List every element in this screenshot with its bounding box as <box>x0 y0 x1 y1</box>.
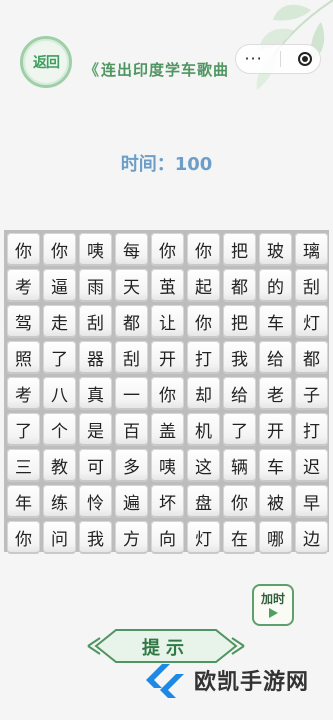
grid-cell[interactable]: 雨 <box>79 269 112 302</box>
grid-cell[interactable]: 了 <box>43 341 76 374</box>
grid-cell[interactable]: 子 <box>295 377 328 410</box>
grid-cell[interactable]: 天 <box>115 269 148 302</box>
grid-cell[interactable]: 开 <box>259 413 292 446</box>
grid-cell[interactable]: 考 <box>7 377 40 410</box>
grid-cell[interactable]: 车 <box>259 305 292 338</box>
grid-cell[interactable]: 教 <box>43 449 76 482</box>
grid-cell[interactable]: 问 <box>43 521 76 554</box>
grid-cell[interactable]: 了 <box>7 413 40 446</box>
mini-program-capsule: ··· <box>235 44 321 74</box>
grid-cell[interactable]: 咦 <box>79 233 112 266</box>
add-time-button[interactable]: 加时 <box>252 584 294 626</box>
grid-cell[interactable]: 走 <box>43 305 76 338</box>
grid-cell[interactable]: 你 <box>187 305 220 338</box>
grid-cell[interactable]: 你 <box>187 233 220 266</box>
close-target-icon[interactable] <box>297 52 312 66</box>
countdown-timer: 时间：100 <box>120 154 213 175</box>
grid-cell[interactable]: 把 <box>223 233 256 266</box>
grid-cell[interactable]: 器 <box>79 341 112 374</box>
grid-cell[interactable]: 多 <box>115 449 148 482</box>
grid-cell[interactable]: 你 <box>223 485 256 518</box>
grid-cell[interactable]: 你 <box>7 233 40 266</box>
grid-cell[interactable]: 刮 <box>115 341 148 374</box>
watermark: 欧凯手游网 <box>140 640 330 720</box>
grid-cell[interactable]: 老 <box>259 377 292 410</box>
grid-cell[interactable]: 打 <box>295 413 328 446</box>
grid-cell[interactable]: 八 <box>43 377 76 410</box>
grid-cell[interactable]: 早 <box>295 485 328 518</box>
grid-cell[interactable]: 盘 <box>187 485 220 518</box>
title-bracket: 《 <box>84 60 101 79</box>
grid-cell[interactable]: 辆 <box>223 449 256 482</box>
grid-cell[interactable]: 却 <box>187 377 220 410</box>
back-button[interactable]: 返回 <box>20 36 72 88</box>
grid-cell[interactable]: 考 <box>7 269 40 302</box>
character-board: 你你咦每你你把玻璃考逼雨天茧起都的刮驾走刮都让你把车灯照了器刮开打我给都考八真一… <box>4 230 329 554</box>
grid-cell[interactable]: 逼 <box>43 269 76 302</box>
grid-cell[interactable]: 迟 <box>295 449 328 482</box>
grid-cell[interactable]: 都 <box>295 341 328 374</box>
grid-cell[interactable]: 茧 <box>151 269 184 302</box>
grid-cell[interactable]: 都 <box>115 305 148 338</box>
grid-cell[interactable]: 灯 <box>295 305 328 338</box>
level-title-text: 连出印度学车歌曲 <box>101 60 230 79</box>
grid-cell[interactable]: 起 <box>187 269 220 302</box>
grid-cell[interactable]: 我 <box>79 521 112 554</box>
grid-cell[interactable]: 咦 <box>151 449 184 482</box>
character-grid: 你你咦每你你把玻璃考逼雨天茧起都的刮驾走刮都让你把车灯照了器刮开打我给都考八真一… <box>7 233 328 554</box>
grid-cell[interactable]: 给 <box>223 377 256 410</box>
grid-cell[interactable]: 你 <box>7 521 40 554</box>
grid-cell[interactable]: 一 <box>115 377 148 410</box>
grid-cell[interactable]: 练 <box>43 485 76 518</box>
grid-cell[interactable]: 哪 <box>259 521 292 554</box>
grid-cell[interactable]: 年 <box>7 485 40 518</box>
grid-cell[interactable]: 照 <box>7 341 40 374</box>
grid-cell[interactable]: 三 <box>7 449 40 482</box>
grid-cell[interactable]: 你 <box>43 233 76 266</box>
watermark-text: 欧凯手游网 <box>194 670 310 695</box>
grid-cell[interactable]: 每 <box>115 233 148 266</box>
grid-cell[interactable]: 玻 <box>259 233 292 266</box>
add-time-label: 加时 <box>260 591 285 606</box>
grid-cell[interactable]: 我 <box>223 341 256 374</box>
capsule-divider <box>279 51 281 67</box>
grid-cell[interactable]: 这 <box>187 449 220 482</box>
grid-cell[interactable]: 开 <box>151 341 184 374</box>
grid-cell[interactable]: 刮 <box>295 269 328 302</box>
grid-cell[interactable]: 都 <box>223 269 256 302</box>
back-button-label: 返回 <box>33 55 60 71</box>
grid-cell[interactable]: 坏 <box>151 485 184 518</box>
grid-cell[interactable]: 车 <box>259 449 292 482</box>
grid-cell[interactable]: 把 <box>223 305 256 338</box>
grid-cell[interactable]: 被 <box>259 485 292 518</box>
grid-cell[interactable]: 怜 <box>79 485 112 518</box>
grid-cell[interactable]: 方 <box>115 521 148 554</box>
level-title: 《 连出印度学车歌曲 <box>84 56 229 82</box>
grid-cell[interactable]: 是 <box>79 413 112 446</box>
grid-cell[interactable]: 在 <box>223 521 256 554</box>
grid-cell[interactable]: 驾 <box>7 305 40 338</box>
grid-cell[interactable]: 了 <box>223 413 256 446</box>
grid-cell[interactable]: 打 <box>187 341 220 374</box>
grid-cell[interactable]: 可 <box>79 449 112 482</box>
grid-cell[interactable]: 百 <box>115 413 148 446</box>
grid-cell[interactable]: 让 <box>151 305 184 338</box>
grid-cell[interactable]: 给 <box>259 341 292 374</box>
grid-cell[interactable]: 你 <box>151 233 184 266</box>
video-play-icon <box>268 607 278 618</box>
grid-cell[interactable]: 边 <box>295 521 328 554</box>
grid-cell[interactable]: 的 <box>259 269 292 302</box>
grid-cell[interactable]: 机 <box>187 413 220 446</box>
watermark-logo-icon <box>146 664 184 698</box>
grid-cell[interactable]: 遍 <box>115 485 148 518</box>
grid-cell[interactable]: 璃 <box>295 233 328 266</box>
grid-cell[interactable]: 刮 <box>79 305 112 338</box>
grid-cell[interactable]: 真 <box>79 377 112 410</box>
grid-cell[interactable]: 灯 <box>187 521 220 554</box>
grid-cell[interactable]: 盖 <box>151 413 184 446</box>
grid-cell[interactable]: 你 <box>151 377 184 410</box>
more-options-button[interactable]: ··· <box>244 51 262 67</box>
grid-cell[interactable]: 个 <box>43 413 76 446</box>
grid-cell[interactable]: 向 <box>151 521 184 554</box>
